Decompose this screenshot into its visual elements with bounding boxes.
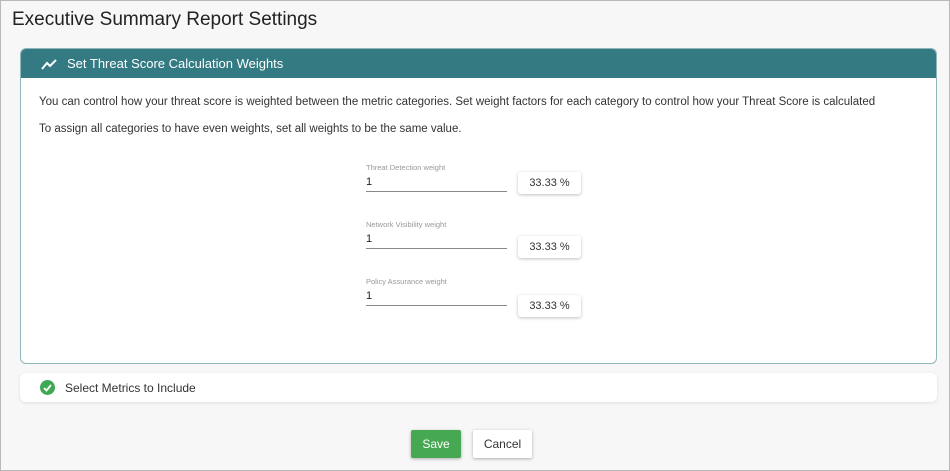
trend-line-icon (41, 58, 57, 70)
save-button[interactable]: Save (411, 430, 461, 458)
weights-panel-header[interactable]: Set Threat Score Calculation Weights (21, 49, 936, 78)
percent-badge: 33.33 % (518, 236, 581, 258)
description-text: To assign all categories to have even we… (39, 123, 462, 135)
check-circle-icon (40, 380, 55, 395)
policy-assurance-weight-input[interactable] (366, 289, 507, 306)
field-label: Threat Detection weight (366, 163, 446, 172)
weights-panel: Set Threat Score Calculation Weights You… (20, 48, 937, 364)
percent-badge: 33.33 % (518, 172, 581, 194)
description-text: You can control how your threat score is… (39, 96, 876, 108)
network-visibility-weight-input[interactable] (366, 232, 507, 249)
percent-badge: 33.33 % (518, 295, 581, 317)
page-title: Executive Summary Report Settings (12, 9, 318, 30)
metrics-panel-header[interactable]: Select Metrics to Include (20, 373, 937, 402)
metrics-panel-title: Select Metrics to Include (65, 380, 196, 395)
field-label: Network Visibility weight (366, 220, 447, 229)
threat-detection-weight-input[interactable] (366, 175, 507, 192)
weights-panel-title: Set Threat Score Calculation Weights (67, 56, 284, 71)
cancel-button[interactable]: Cancel (473, 430, 532, 458)
field-label: Policy Assurance weight (366, 277, 447, 286)
